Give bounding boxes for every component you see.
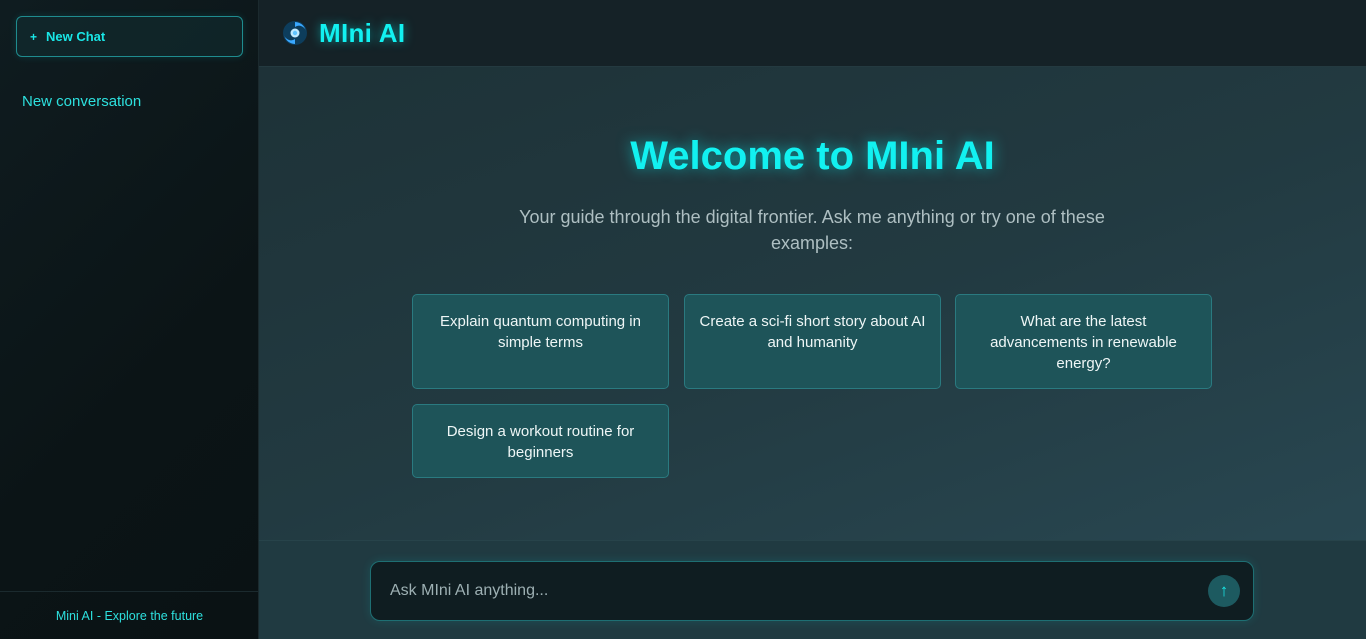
chat-input[interactable] — [371, 562, 1191, 620]
example-text: Explain quantum computing in simple term… — [440, 313, 641, 351]
example-card[interactable]: Design a workout routine for beginners — [412, 404, 669, 478]
example-card[interactable]: What are the latest advancements in rene… — [955, 294, 1212, 389]
new-chat-label: New Chat — [46, 29, 106, 44]
example-text: What are the latest advancements in rene… — [990, 313, 1177, 372]
footer-text: Mini AI - Explore the future — [55, 608, 204, 623]
sidebar-item-new-conversation[interactable]: New conversation — [22, 93, 141, 110]
main-panel: MIni AI Welcome to MIni AI Your guide th… — [259, 0, 1366, 639]
plus-icon: + — [30, 29, 38, 44]
swirl-logo-icon — [283, 21, 307, 45]
welcome-title: Welcome to MIni AI — [630, 134, 995, 178]
welcome-subtitle: Your guide through the digital frontier.… — [519, 207, 1105, 253]
example-card[interactable]: Explain quantum computing in simple term… — [412, 294, 669, 389]
sidebar: + New Chat New conversation Mini AI - Ex… — [0, 0, 259, 639]
input-area: ↑ — [259, 540, 1366, 639]
arrow-up-icon: ↑ — [1219, 581, 1229, 600]
brand-title: MIni AI — [319, 17, 406, 48]
send-button[interactable]: ↑ — [1208, 575, 1240, 607]
input-box: ↑ — [370, 561, 1254, 621]
app: + New Chat New conversation Mini AI - Ex… — [0, 0, 1366, 639]
example-text: Create a sci-fi short story about AI and… — [699, 313, 926, 351]
new-chat-button[interactable]: + New Chat — [16, 16, 243, 57]
sidebar-footer: Mini AI - Explore the future — [0, 591, 259, 639]
topbar: MIni AI — [259, 0, 1366, 67]
example-card[interactable]: Create a sci-fi short story about AI and… — [684, 294, 941, 389]
example-text: Design a workout routine for beginners — [446, 423, 635, 461]
